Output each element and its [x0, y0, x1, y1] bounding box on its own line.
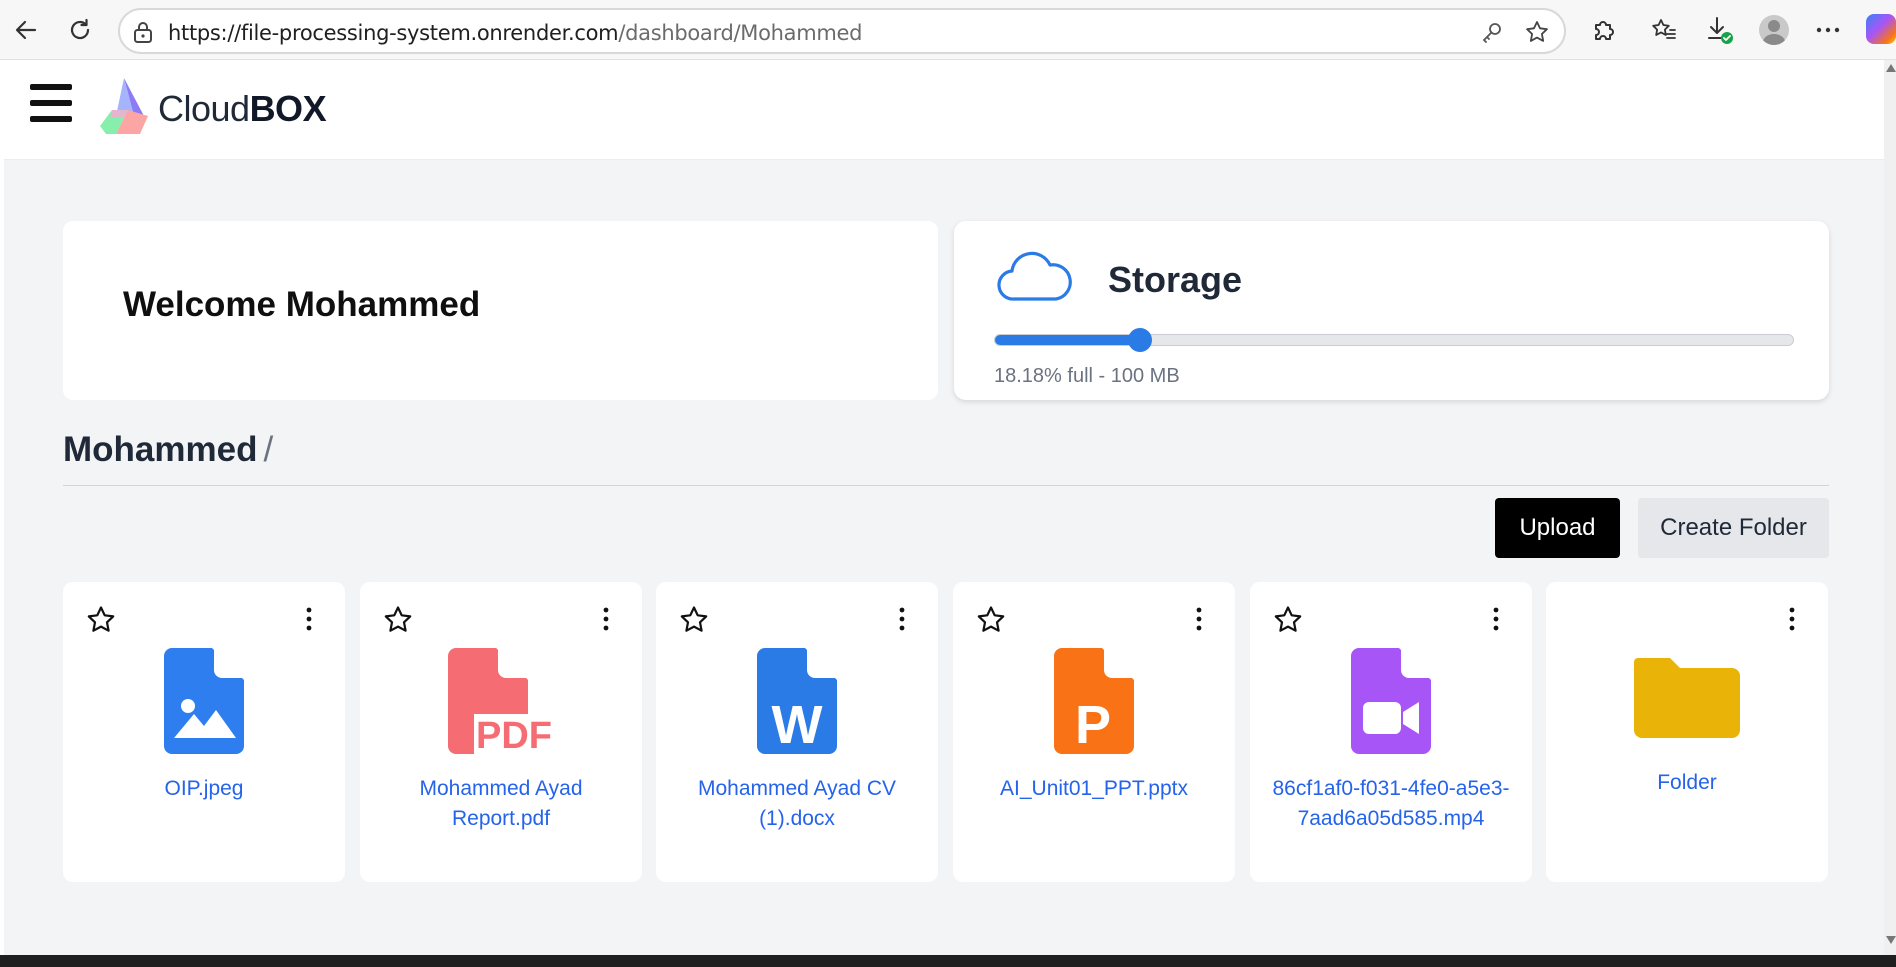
create-folder-button[interactable]: Create Folder: [1638, 498, 1829, 558]
star-icon[interactable]: [85, 604, 117, 636]
download-icon: [1708, 17, 1733, 44]
welcome-title: Welcome Mohammed: [123, 285, 481, 324]
word-file-icon: W: [757, 648, 837, 755]
svg-text:W: W: [772, 695, 823, 755]
more-vertical-icon[interactable]: [1786, 606, 1798, 632]
favorite-star-icon[interactable]: [1524, 19, 1550, 45]
favorites-list-icon: [1652, 19, 1676, 39]
powerpoint-file-icon: P: [1054, 648, 1134, 755]
breadcrumb-item-current[interactable]: Mohammed: [63, 430, 257, 469]
profile-button[interactable]: [1756, 12, 1792, 48]
star-icon[interactable]: [678, 604, 710, 636]
storage-progress-thumb[interactable]: [1128, 328, 1153, 352]
star-icon[interactable]: [1272, 604, 1304, 636]
storage-progress-fill: [995, 335, 1141, 345]
dashboard-main: Welcome Mohammed Storage 18.18% full - 1…: [4, 160, 1890, 955]
page-scrollbar[interactable]: [1884, 60, 1896, 955]
lock-icon[interactable]: [132, 20, 154, 44]
video-file-icon: [1351, 648, 1431, 754]
cloud-icon: [997, 251, 1072, 301]
password-key-icon[interactable]: [1480, 20, 1504, 44]
logo-text-light: Cloud: [158, 88, 250, 129]
logo-text-bold: BOX: [249, 88, 327, 129]
storage-usage-text: 18.18% full - 100 MB: [994, 365, 1180, 387]
url-text[interactable]: https://file-processing-system.onrender.…: [168, 21, 862, 45]
folder-card[interactable]: Folder: [1546, 582, 1828, 882]
file-name[interactable]: 86cf1af0-f031-4fe0-a5e3-7aad6a05d585.mp4: [1262, 774, 1520, 834]
breadcrumb-separator: /: [263, 430, 274, 469]
os-taskbar: [0, 955, 1896, 967]
back-button[interactable]: [8, 12, 44, 48]
settings-more-button[interactable]: [1810, 12, 1846, 48]
pdf-file-icon: PDF: [448, 648, 554, 756]
file-card[interactable]: OIP.jpeg: [63, 582, 345, 882]
file-name[interactable]: Mohammed Ayad Report.pdf: [372, 774, 630, 834]
puzzle-icon: [1595, 21, 1614, 40]
scroll-down-arrow-icon[interactable]: [1886, 936, 1896, 944]
app-logo-text[interactable]: CloudBOX: [158, 88, 327, 130]
browser-toolbar: https://file-processing-system.onrender.…: [0, 0, 1896, 60]
star-icon[interactable]: [382, 604, 414, 636]
more-vertical-icon[interactable]: [1193, 606, 1205, 632]
more-horizontal-icon: [1816, 27, 1840, 33]
file-card[interactable]: PDF Mohammed Ayad Report.pdf: [360, 582, 642, 882]
cloudbox-logo-icon: [100, 78, 148, 134]
star-icon[interactable]: [975, 604, 1007, 636]
image-file-icon: [164, 648, 244, 754]
more-vertical-icon[interactable]: [896, 606, 908, 632]
app-header: CloudBOX: [4, 60, 1890, 160]
folder-name[interactable]: Folder: [1558, 768, 1816, 798]
back-arrow-icon: [15, 20, 37, 40]
copilot-icon[interactable]: [1866, 14, 1896, 44]
file-name[interactable]: AI_Unit01_PPT.pptx: [965, 774, 1223, 804]
svg-text:P: P: [1075, 695, 1111, 755]
address-bar[interactable]: https://file-processing-system.onrender.…: [118, 8, 1566, 54]
menu-icon[interactable]: [30, 84, 72, 122]
file-name[interactable]: Mohammed Ayad CV (1).docx: [668, 774, 926, 834]
breadcrumb: Mohammed /: [63, 430, 273, 470]
more-vertical-icon[interactable]: [600, 606, 612, 632]
file-card[interactable]: 86cf1af0-f031-4fe0-a5e3-7aad6a05d585.mp4: [1250, 582, 1532, 882]
storage-progress-bar[interactable]: [994, 328, 1794, 352]
extensions-button[interactable]: [1586, 12, 1622, 48]
storage-card: Storage 18.18% full - 100 MB: [954, 221, 1829, 400]
more-vertical-icon[interactable]: [303, 606, 315, 632]
file-card[interactable]: W Mohammed Ayad CV (1).docx: [656, 582, 938, 882]
folder-icon: [1634, 658, 1740, 738]
url-path: /dashboard/Mohammed: [618, 21, 863, 45]
upload-button[interactable]: Upload: [1495, 498, 1620, 558]
url-host: https://file-processing-system.onrender.…: [168, 21, 619, 45]
svg-text:PDF: PDF: [476, 715, 552, 756]
reload-icon: [70, 18, 90, 40]
scroll-up-arrow-icon[interactable]: [1886, 64, 1896, 72]
section-divider: [63, 485, 1829, 486]
file-card[interactable]: P AI_Unit01_PPT.pptx: [953, 582, 1235, 882]
reload-button[interactable]: [62, 12, 98, 48]
favorites-button[interactable]: [1646, 12, 1682, 48]
avatar: [1759, 15, 1789, 45]
file-name[interactable]: OIP.jpeg: [75, 774, 333, 804]
downloads-button[interactable]: [1702, 12, 1738, 48]
more-vertical-icon[interactable]: [1490, 606, 1502, 632]
storage-title: Storage: [1108, 259, 1243, 300]
welcome-card: Welcome Mohammed: [63, 221, 938, 400]
